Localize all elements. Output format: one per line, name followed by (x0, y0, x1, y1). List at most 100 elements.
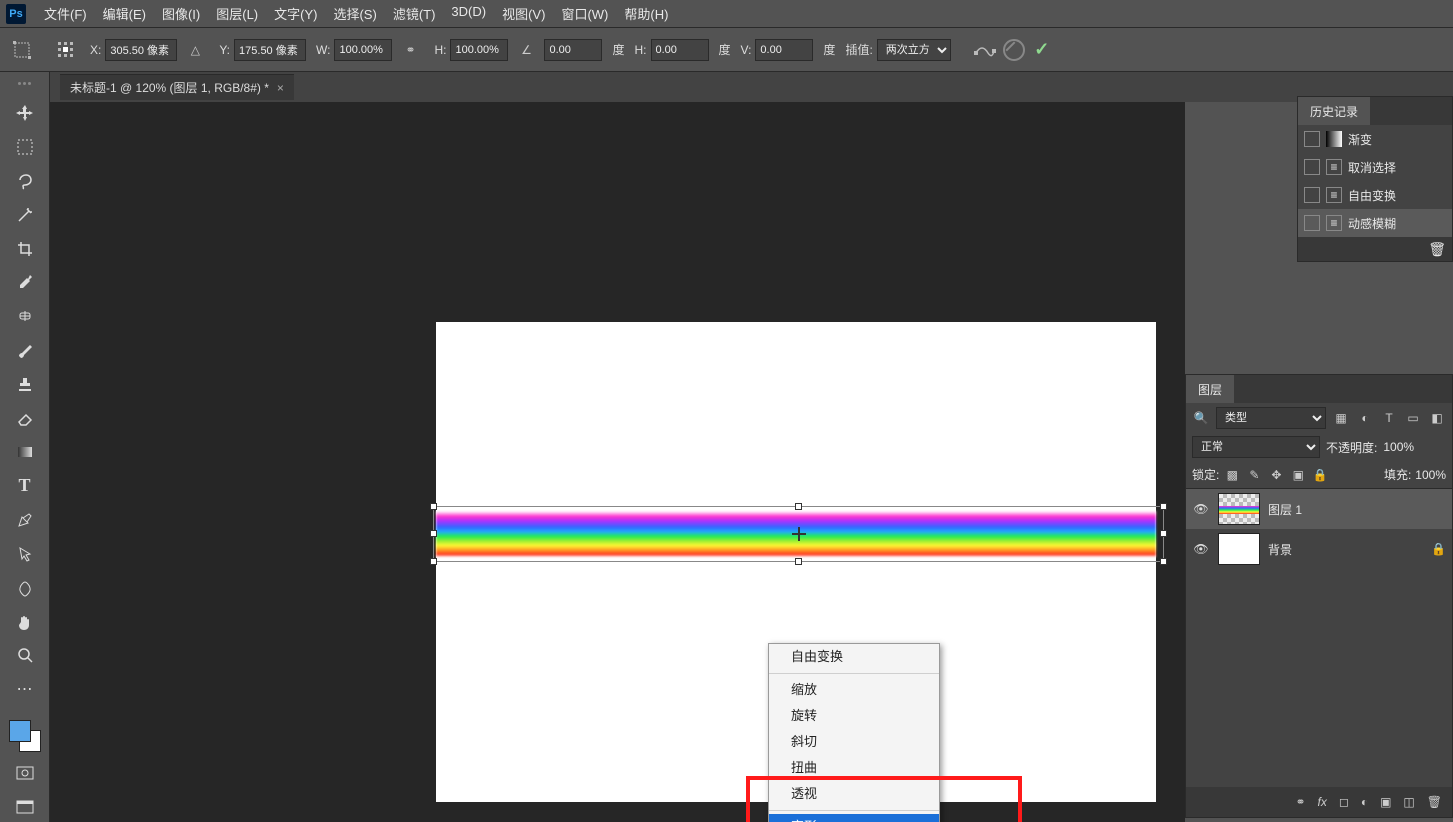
handle-tm[interactable] (795, 503, 802, 510)
handle-tr[interactable] (1160, 503, 1167, 510)
delete-layer-icon[interactable]: 🗑 (1427, 795, 1442, 809)
close-tab-icon[interactable]: × (277, 81, 284, 95)
x-input[interactable] (105, 39, 177, 61)
lock-position-icon[interactable]: ✥ (1267, 466, 1285, 484)
history-item[interactable]: ≡自由变换 (1298, 181, 1452, 209)
new-layer-icon[interactable]: ◫ (1403, 795, 1414, 809)
link-wh-icon[interactable]: ⚭ (396, 36, 424, 64)
warp-mode-icon[interactable] (971, 36, 999, 64)
layer-name[interactable]: 图层 1 (1268, 501, 1302, 518)
color-swatches[interactable] (7, 718, 43, 754)
menu-窗口w[interactable]: 窗口(W) (553, 0, 616, 27)
context-menu-item[interactable]: 旋转 (769, 703, 939, 729)
menu-选择s[interactable]: 选择(S) (325, 0, 384, 27)
fx-icon[interactable]: fx (1318, 795, 1327, 809)
layer-thumbnail[interactable] (1218, 533, 1260, 565)
fill-value[interactable]: 100% (1415, 468, 1446, 482)
context-menu-item[interactable]: 扭曲 (769, 755, 939, 781)
commit-transform-icon[interactable]: ✓ (1029, 37, 1055, 63)
menu-文字y[interactable]: 文字(Y) (266, 0, 325, 27)
layer-name[interactable]: 背景 (1268, 541, 1292, 558)
reference-point-marker[interactable] (792, 527, 806, 541)
text-tool-icon[interactable]: T (7, 471, 43, 501)
shape-tool-icon[interactable] (7, 573, 43, 603)
history-item[interactable]: ≡取消选择 (1298, 153, 1452, 181)
menu-3dd[interactable]: 3D(D) (443, 0, 494, 27)
handle-mr[interactable] (1160, 530, 1167, 537)
foreground-swatch[interactable] (9, 720, 31, 742)
blend-mode-select[interactable]: 正常 (1192, 436, 1320, 458)
y-input[interactable] (234, 39, 306, 61)
more-tools-icon[interactable]: ⋯ (7, 674, 43, 704)
lock-pixels-icon[interactable]: ✎ (1245, 466, 1263, 484)
handle-ml[interactable] (430, 530, 437, 537)
layer-thumbnail[interactable] (1218, 493, 1260, 525)
history-item[interactable]: 渐变 (1298, 125, 1452, 153)
layer-filter-select[interactable]: 类型 (1216, 407, 1326, 429)
pen-tool-icon[interactable] (7, 505, 43, 535)
menu-图层l[interactable]: 图层(L) (208, 0, 266, 27)
menu-帮助h[interactable]: 帮助(H) (616, 0, 676, 27)
context-menu-item[interactable]: 自由变换 (769, 644, 939, 670)
reference-point-icon[interactable] (52, 36, 80, 64)
hshear-input[interactable] (651, 39, 709, 61)
group-icon[interactable]: ▣ (1380, 795, 1391, 809)
layer-row[interactable]: 👁 图层 1 (1186, 489, 1452, 529)
menu-编辑e[interactable]: 编辑(E) (95, 0, 154, 27)
screenmode-icon[interactable] (7, 792, 43, 822)
history-item[interactable]: ≡动感模糊 (1298, 209, 1452, 237)
transform-bounding-box[interactable] (433, 506, 1164, 562)
angle-input[interactable] (544, 39, 602, 61)
healing-tool-icon[interactable] (7, 301, 43, 331)
crop-tool-icon[interactable] (7, 234, 43, 264)
marquee-tool-icon[interactable] (7, 132, 43, 162)
layer-row[interactable]: 👁背景🔒 (1186, 529, 1452, 569)
w-input[interactable] (334, 39, 392, 61)
lasso-tool-icon[interactable] (7, 166, 43, 196)
link-layers-icon[interactable]: ⚭ (1295, 795, 1305, 809)
interp-select[interactable]: 两次立方 (877, 39, 951, 61)
lock-artboard-icon[interactable]: ▣ (1289, 466, 1307, 484)
menu-滤镜t[interactable]: 滤镜(T) (385, 0, 444, 27)
context-menu-item[interactable]: 透视 (769, 781, 939, 807)
handle-bl[interactable] (430, 558, 437, 565)
layers-tab[interactable]: 图层 (1186, 375, 1234, 403)
lock-transparency-icon[interactable]: ▩ (1223, 466, 1241, 484)
menu-文件f[interactable]: 文件(F) (36, 0, 95, 27)
filter-smart-icon[interactable]: ◧ (1428, 409, 1446, 427)
context-menu-item[interactable]: 斜切 (769, 729, 939, 755)
hand-tool-icon[interactable] (7, 607, 43, 637)
visibility-icon[interactable]: 👁 (1192, 502, 1210, 516)
transform-tool-icon[interactable] (8, 36, 36, 64)
filter-text-icon[interactable]: T (1380, 409, 1398, 427)
brush-tool-icon[interactable] (7, 335, 43, 365)
history-tab[interactable]: 历史记录 (1298, 97, 1370, 125)
trash-icon[interactable]: 🗑 (1428, 241, 1446, 258)
quickmask-icon[interactable] (7, 758, 43, 788)
magic-wand-tool-icon[interactable] (7, 200, 43, 230)
opacity-value[interactable]: 100% (1383, 440, 1414, 454)
menu-图像i[interactable]: 图像(I) (154, 0, 208, 27)
lock-all-icon[interactable]: 🔒 (1311, 466, 1329, 484)
move-tool-icon[interactable] (7, 98, 43, 128)
h-input[interactable] (450, 39, 508, 61)
mask-icon[interactable]: ◻ (1339, 795, 1349, 809)
handle-tl[interactable] (430, 503, 437, 510)
stamp-tool-icon[interactable] (7, 369, 43, 399)
delta-icon[interactable]: △ (181, 36, 209, 64)
handle-bm[interactable] (795, 558, 802, 565)
gradient-tool-icon[interactable] (7, 437, 43, 467)
filter-shape-icon[interactable]: ▭ (1404, 409, 1422, 427)
document-tab[interactable]: 未标题-1 @ 120% (图层 1, RGB/8#) * × (60, 74, 294, 100)
filter-adjust-icon[interactable]: ◐ (1356, 409, 1374, 427)
adjustment-icon[interactable]: ◐ (1361, 795, 1368, 809)
zoom-tool-icon[interactable] (7, 640, 43, 670)
cancel-transform-icon[interactable] (1003, 39, 1025, 61)
context-menu-item[interactable]: 缩放 (769, 677, 939, 703)
path-select-tool-icon[interactable] (7, 539, 43, 569)
eyedropper-tool-icon[interactable] (7, 268, 43, 298)
context-menu-item[interactable]: 变形 (769, 814, 939, 822)
filter-image-icon[interactable]: ▦ (1332, 409, 1350, 427)
visibility-icon[interactable]: 👁 (1192, 542, 1210, 556)
vshear-input[interactable] (755, 39, 813, 61)
